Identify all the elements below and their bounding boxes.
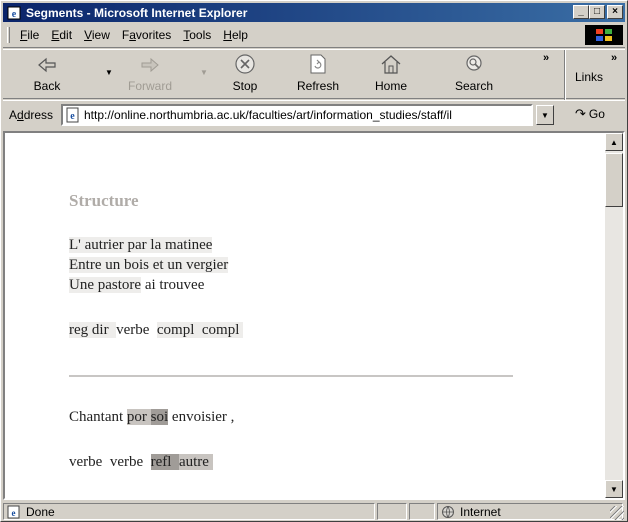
status-pane-progress — [377, 503, 407, 520]
minimize-button[interactable]: _ — [573, 5, 589, 19]
scroll-thumb[interactable] — [605, 153, 623, 207]
forward-arrow-icon — [136, 52, 164, 76]
back-dropdown-icon[interactable]: ▼ — [105, 68, 113, 77]
tag-compl-1: compl — [156, 322, 195, 338]
address-url: http://online.northumbria.ac.uk/facultie… — [84, 108, 452, 122]
menu-edit[interactable]: Edit — [45, 26, 78, 44]
links-chevron-icon[interactable]: » — [611, 52, 617, 64]
back-button[interactable]: Back — [33, 52, 61, 98]
verse-line-1: L' autrier par la matinee — [69, 237, 213, 253]
svg-text:e: e — [12, 508, 16, 518]
menu-view[interactable]: View — [78, 26, 116, 44]
go-arrow-icon: ↷ — [575, 106, 586, 121]
refresh-button[interactable]: Refresh — [297, 52, 339, 98]
verse-line-2: Entre un bois et un vergier — [69, 257, 229, 273]
word-soi: soi — [150, 409, 169, 425]
tag-verbe-2: verbe — [109, 454, 144, 470]
address-label: Address — [9, 108, 54, 122]
forward-dropdown-icon[interactable]: ▼ — [200, 68, 208, 77]
menu-tools[interactable]: Tools — [177, 26, 217, 44]
toolbar-chevron-icon[interactable]: » — [543, 52, 549, 64]
page-viewport: Structure L' autrier par la matinee Entr… — [3, 131, 625, 500]
status-zone-pane[interactable]: Internet — [437, 503, 623, 520]
tag-refl: refl — [150, 454, 172, 470]
page-heading: Structure — [69, 191, 139, 210]
home-button[interactable]: Home — [375, 52, 407, 98]
tag-reg-dir: reg dir — [69, 322, 109, 338]
search-button[interactable]: Search — [455, 52, 493, 98]
links-toolbar[interactable]: Links — [575, 70, 603, 84]
home-icon — [377, 52, 405, 76]
status-bar: e Done Internet — [3, 502, 625, 521]
window-title: Segments - Microsoft Internet Explorer — [26, 5, 248, 20]
menu-help[interactable]: Help — [217, 26, 254, 44]
menu-file[interactable]: File — [14, 26, 45, 44]
done-page-icon: e — [6, 505, 22, 519]
page-content: Structure L' autrier par la matinee Entr… — [5, 133, 605, 498]
scroll-up-button[interactable]: ▲ — [605, 133, 623, 151]
internet-globe-icon — [440, 505, 456, 519]
maximize-button[interactable]: □ — [589, 5, 605, 19]
stop-icon — [231, 52, 259, 76]
toolbar-separator — [564, 50, 566, 100]
tag-line-2: verbe verbe refl autre — [69, 454, 213, 471]
word-por: por — [126, 409, 147, 425]
forward-button[interactable]: Forward — [128, 52, 172, 98]
close-button[interactable]: × — [607, 5, 623, 19]
address-dropdown-button[interactable]: ▼ — [536, 105, 554, 125]
browser-window: e Segments - Microsoft Internet Explorer… — [0, 0, 628, 522]
tag-line-1: reg dir verbe compl compl — [69, 322, 244, 339]
tag-autre: autre — [178, 454, 209, 470]
vertical-scrollbar[interactable]: ▲ ▼ — [605, 133, 623, 498]
back-arrow-icon — [33, 52, 61, 76]
verse-line-4: Chantant por soi envoisier , — [69, 409, 235, 425]
ie-page-icon: e — [6, 5, 22, 21]
stop-button[interactable]: Stop — [231, 52, 259, 98]
svg-text:e: e — [12, 9, 17, 20]
address-bar: Address e http://online.northumbria.ac.u… — [3, 102, 625, 128]
search-globe-icon — [460, 52, 488, 76]
tag-compl-2: compl — [201, 322, 240, 338]
menu-grip[interactable] — [7, 27, 10, 43]
refresh-icon — [304, 52, 332, 76]
title-bar[interactable]: e Segments - Microsoft Internet Explorer… — [3, 3, 625, 22]
standard-toolbar: Back ▼ Forward ▼ Stop Refresh Home Searc… — [3, 47, 625, 101]
horizontal-rule — [69, 375, 513, 377]
verse-line-3: Une pastore ai trouvee — [69, 277, 205, 293]
tag-verbe: verbe — [116, 322, 150, 338]
svg-text:e: e — [70, 111, 75, 122]
menu-favorites[interactable]: Favorites — [116, 26, 177, 44]
address-input[interactable]: e http://online.northumbria.ac.uk/facult… — [61, 104, 533, 126]
status-text-pane: e Done — [3, 503, 375, 520]
windows-logo-throbber — [585, 25, 623, 45]
resize-grip[interactable] — [610, 506, 624, 520]
tag-verbe-1: verbe — [69, 454, 103, 470]
go-button[interactable]: ↷ Go — [575, 106, 605, 122]
page-icon: e — [65, 107, 81, 123]
menu-bar: File Edit View Favorites Tools Help — [3, 25, 625, 45]
scroll-down-button[interactable]: ▼ — [605, 480, 623, 498]
status-pane-lock — [409, 503, 435, 520]
